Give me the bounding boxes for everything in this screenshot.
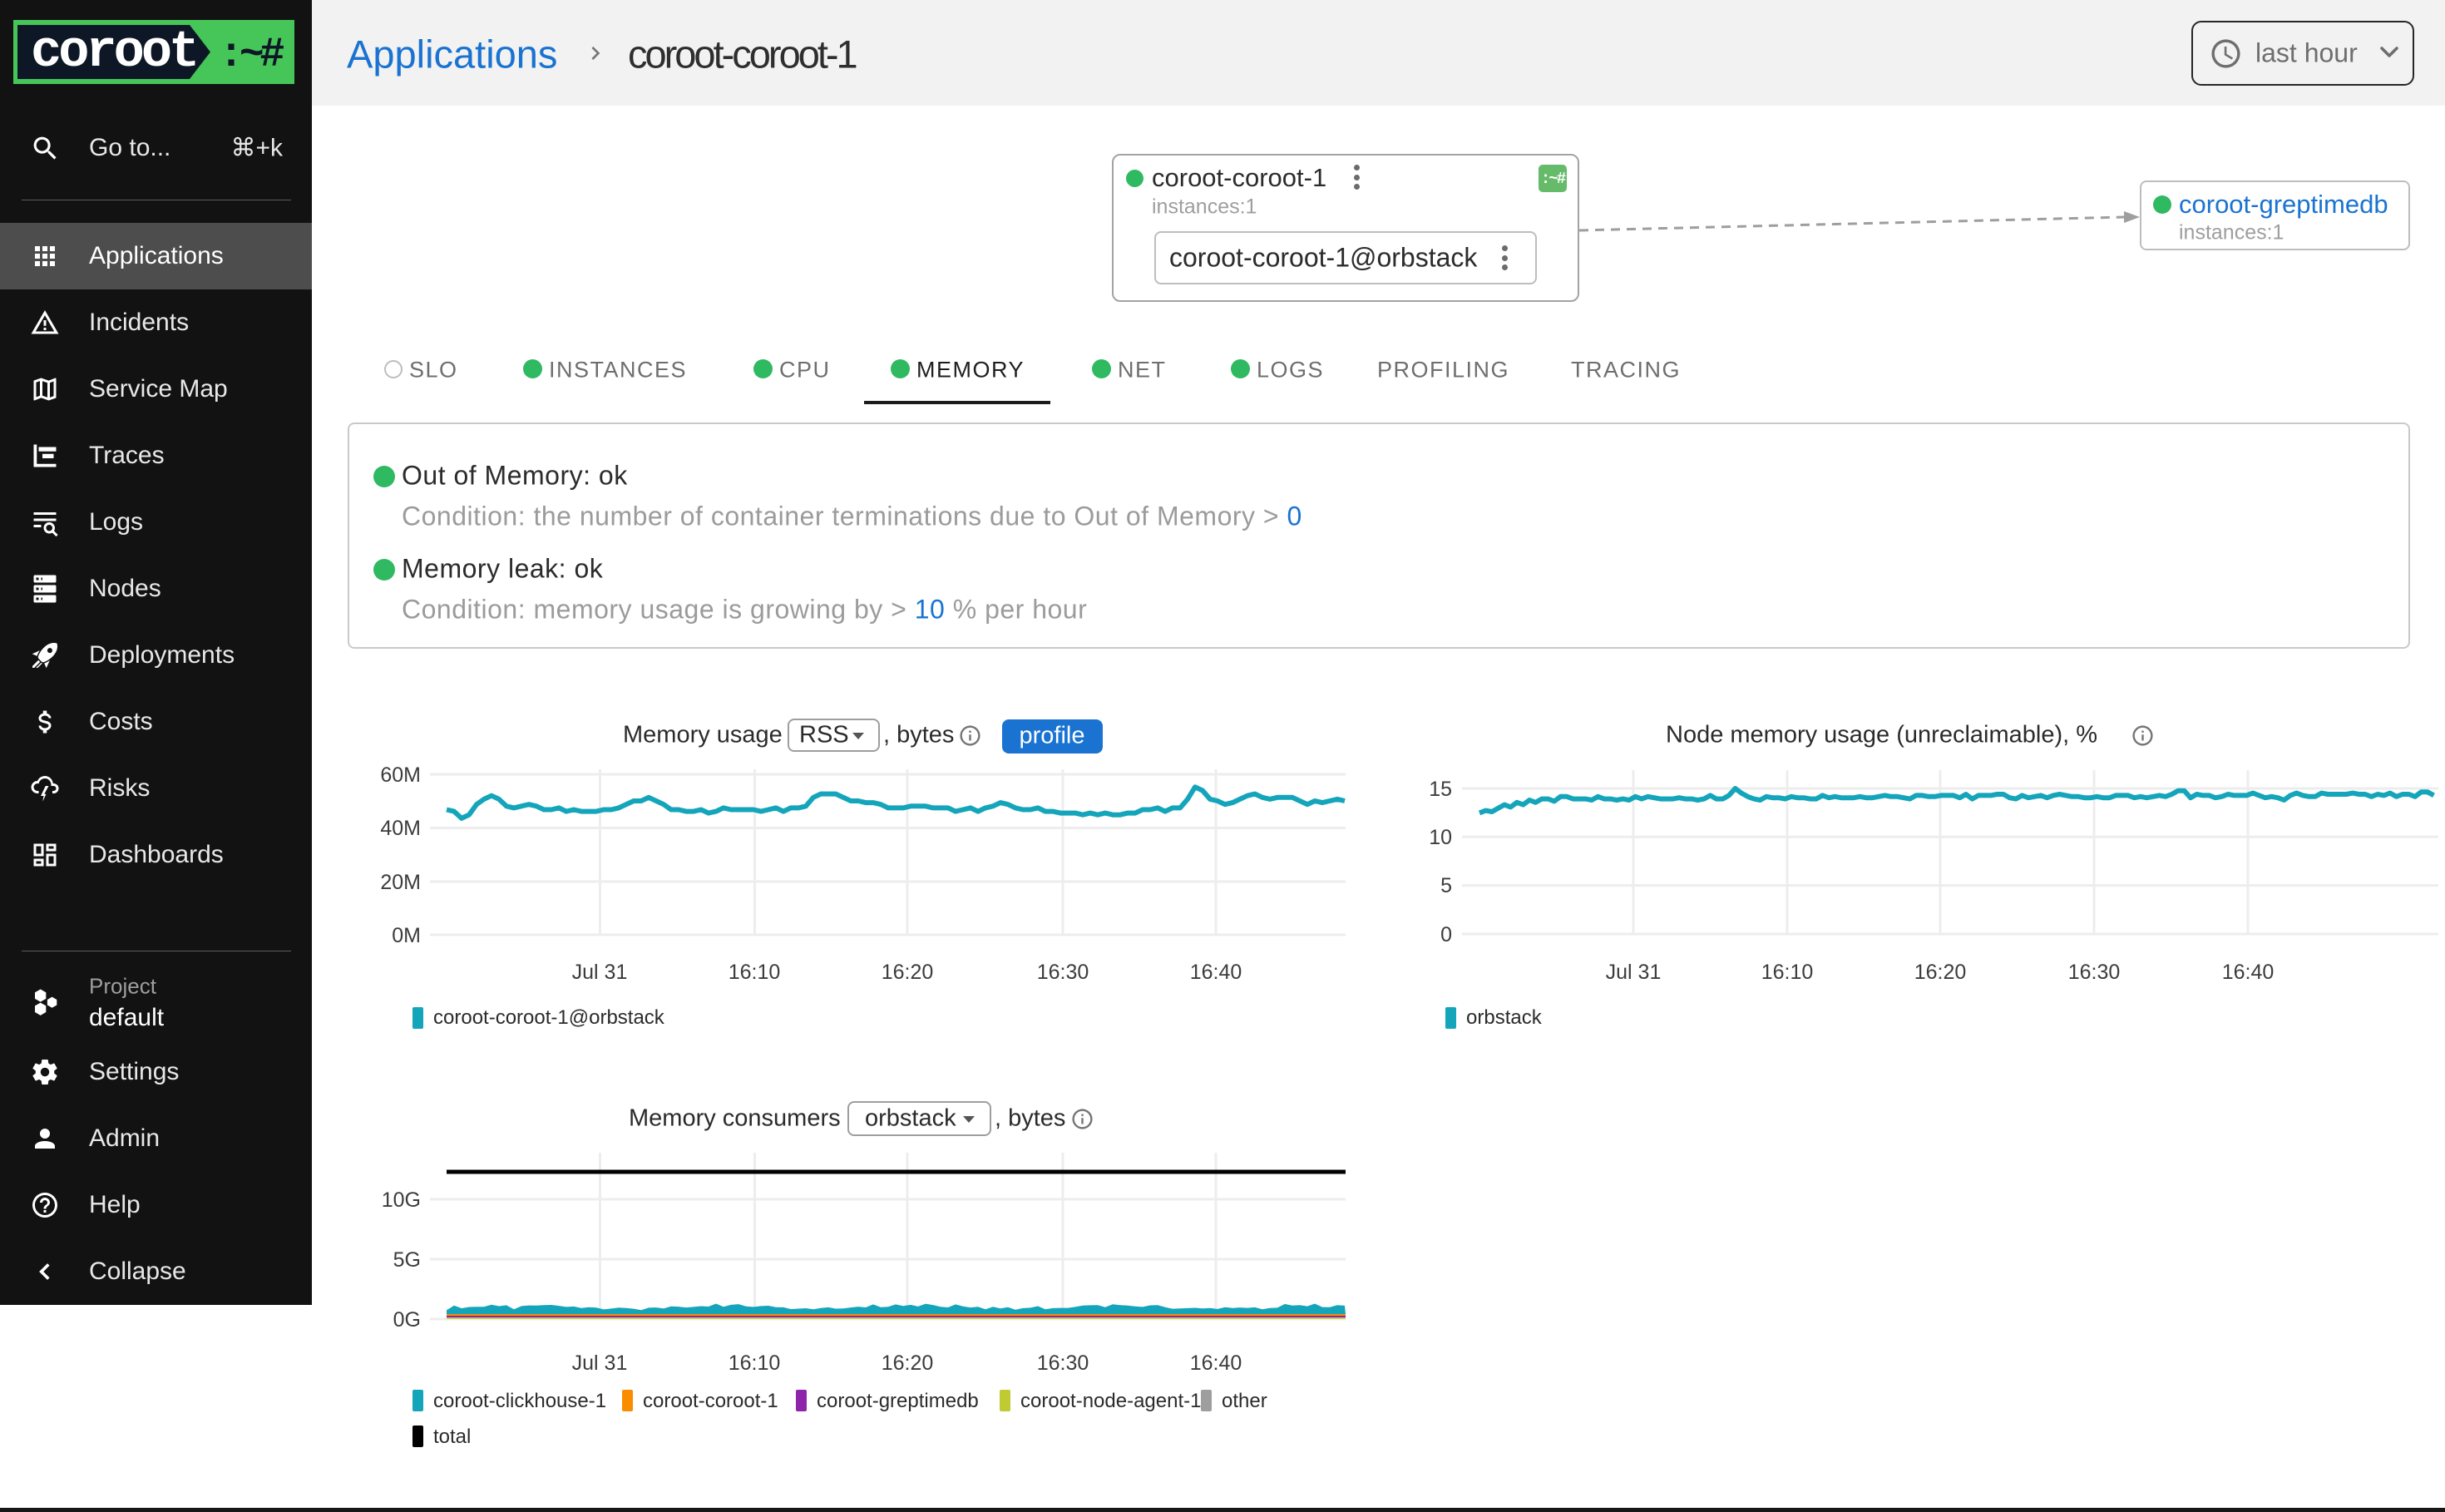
svg-text:Jul 31: Jul 31 xyxy=(572,961,628,984)
svg-text:16:20: 16:20 xyxy=(882,961,934,984)
svg-text::~#: :~# xyxy=(219,32,284,79)
svg-text:0: 0 xyxy=(1440,923,1452,946)
svg-text:5: 5 xyxy=(1440,874,1452,897)
svg-text:10G: 10G xyxy=(382,1188,421,1212)
svg-text:16:30: 16:30 xyxy=(1037,1351,1089,1375)
svg-text:0G: 0G xyxy=(393,1308,421,1332)
svg-text:16:40: 16:40 xyxy=(1190,961,1242,984)
svg-text:16:30: 16:30 xyxy=(2068,961,2121,984)
svg-text:15: 15 xyxy=(1429,778,1452,801)
svg-text:16:10: 16:10 xyxy=(1761,961,1814,984)
svg-text:16:20: 16:20 xyxy=(882,1351,934,1375)
svg-text:Jul 31: Jul 31 xyxy=(1606,961,1662,984)
svg-text:60M: 60M xyxy=(380,763,421,787)
svg-text:16:40: 16:40 xyxy=(2222,961,2275,984)
svg-text:16:10: 16:10 xyxy=(729,961,781,984)
svg-text:16:30: 16:30 xyxy=(1037,961,1089,984)
svg-text:Jul 31: Jul 31 xyxy=(572,1351,628,1375)
svg-text:16:10: 16:10 xyxy=(729,1351,781,1375)
svg-text:20M: 20M xyxy=(380,871,421,894)
svg-text:16:40: 16:40 xyxy=(1190,1351,1242,1375)
svg-text:5G: 5G xyxy=(393,1248,421,1272)
svg-text:10: 10 xyxy=(1429,826,1452,849)
svg-text:40M: 40M xyxy=(380,817,421,840)
svg-text:0M: 0M xyxy=(392,924,421,947)
svg-text:16:20: 16:20 xyxy=(1914,961,1967,984)
svg-text:coroot: coroot xyxy=(31,22,196,82)
